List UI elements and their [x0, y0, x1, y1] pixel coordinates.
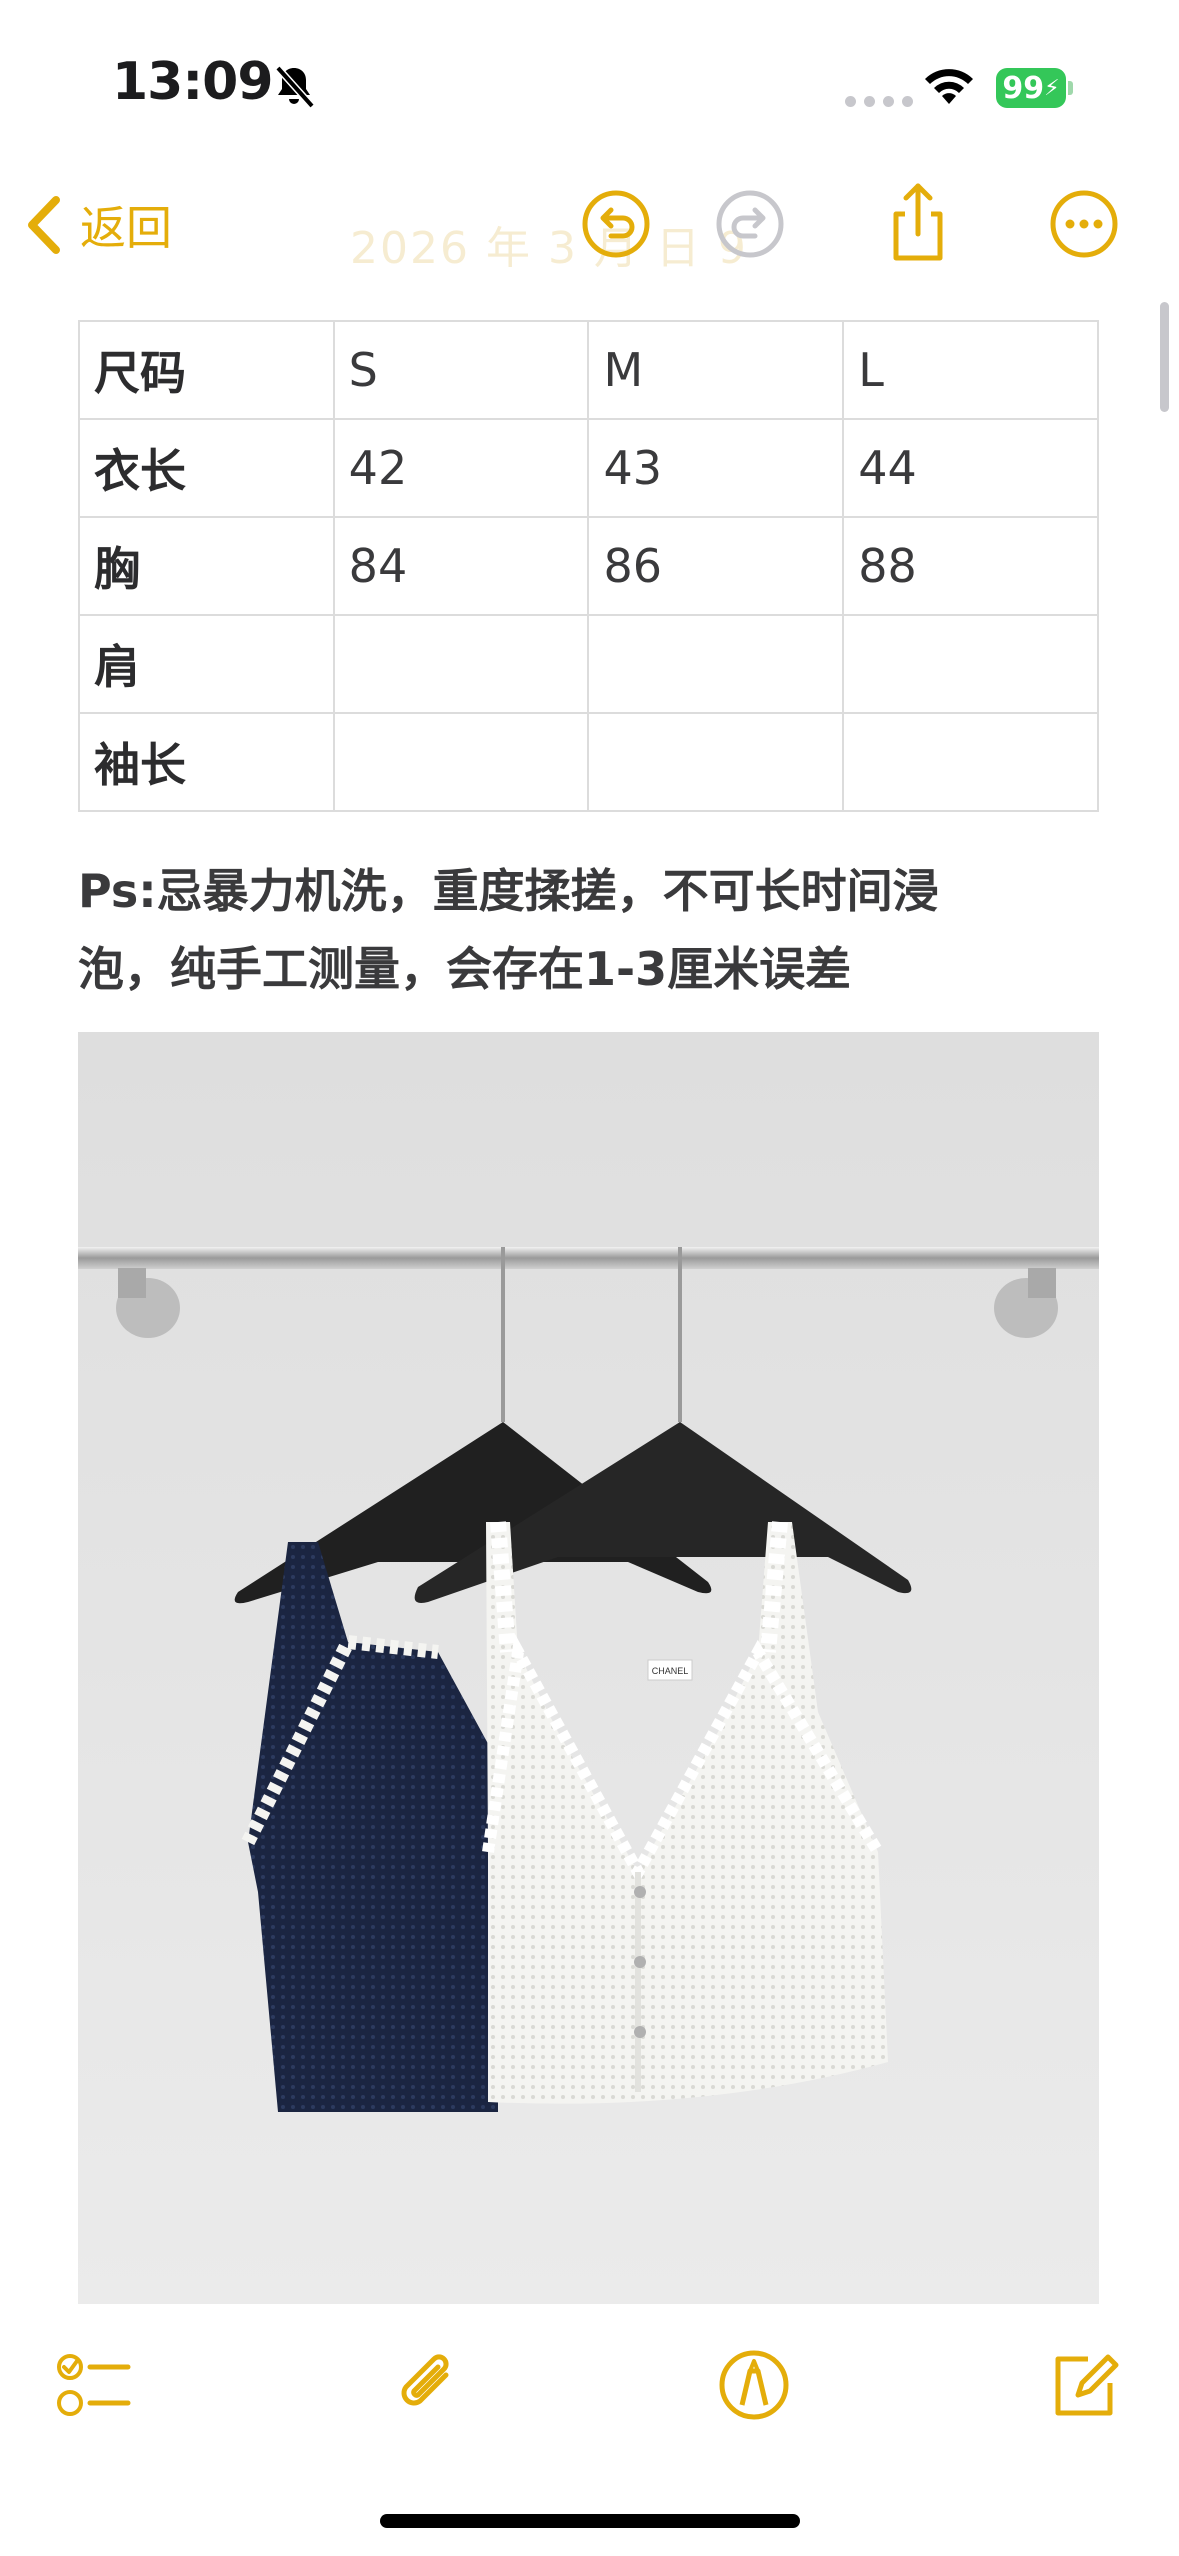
table-cell[interactable]: 86: [587, 516, 845, 616]
table-cell[interactable]: 袖长: [78, 712, 335, 812]
table-cell[interactable]: 肩: [78, 614, 335, 714]
table-cell[interactable]: [842, 614, 1099, 714]
table-cell[interactable]: 88: [842, 516, 1099, 616]
note-text[interactable]: Ps:忌暴力机洗，重度揉搓，不可长时间浸 泡，纯手工测量，会存在1-3厘米误差: [78, 852, 1108, 1008]
table-cell[interactable]: M: [587, 320, 845, 420]
undo-icon[interactable]: [578, 186, 654, 262]
markup-pen-icon[interactable]: [714, 2345, 794, 2425]
table-cell[interactable]: [332, 614, 590, 714]
table-cell[interactable]: 胸: [78, 516, 335, 616]
redo-icon[interactable]: [712, 186, 788, 262]
checklist-icon[interactable]: [52, 2345, 132, 2425]
table-cell[interactable]: 衣长: [78, 418, 335, 518]
product-photo[interactable]: CHANEL: [78, 1032, 1099, 2304]
table-row: 肩: [78, 614, 1099, 714]
nav-bar: 返回 2026 年 3 月 日 9: [0, 160, 1179, 300]
battery-icon: 99 ⚡: [996, 68, 1073, 108]
paperclip-icon[interactable]: [388, 2345, 468, 2425]
back-button[interactable]: 返回: [24, 192, 172, 258]
garment-label: CHANEL: [652, 1666, 689, 1676]
table-cell[interactable]: [842, 712, 1099, 812]
back-label: 返回: [80, 201, 172, 255]
table-cell[interactable]: 84: [332, 516, 590, 616]
table-cell[interactable]: [332, 712, 590, 812]
note-date: 2026 年 3 月 日 9: [350, 223, 748, 274]
size-table: 尺码 S M L 衣长 42 43 44 胸 84 86 88 肩 袖长: [78, 320, 1099, 812]
wifi-icon: [925, 69, 973, 104]
compose-icon[interactable]: [1044, 2345, 1124, 2425]
table-cell[interactable]: S: [332, 320, 590, 420]
chevron-left-icon: [28, 196, 60, 254]
table-cell[interactable]: 尺码: [78, 320, 335, 420]
table-cell[interactable]: [587, 614, 845, 714]
note-line: Ps:忌暴力机洗，重度揉搓，不可长时间浸: [78, 864, 939, 918]
bell-slash-icon: [275, 65, 315, 109]
scroll-indicator[interactable]: [1160, 302, 1169, 412]
status-time: 13:09: [112, 52, 274, 112]
battery-level: 99: [1002, 70, 1045, 106]
note-line: 泡，纯手工测量，会存在1-3厘米误差: [78, 942, 852, 996]
table-cell[interactable]: L: [842, 320, 1099, 420]
table-cell[interactable]: 42: [332, 418, 590, 518]
status-bar: 13:09 99 ⚡: [0, 0, 1179, 150]
table-row: 尺码 S M L: [78, 320, 1099, 420]
share-icon[interactable]: [880, 180, 956, 264]
table-row: 袖长: [78, 712, 1099, 812]
table-row: 衣长 42 43 44: [78, 418, 1099, 518]
table-cell[interactable]: 44: [842, 418, 1099, 518]
signal-dots-icon: [845, 96, 913, 107]
home-indicator[interactable]: [380, 2514, 800, 2528]
table-cell[interactable]: 43: [587, 418, 845, 518]
table-row: 胸 84 86 88: [78, 516, 1099, 616]
more-icon[interactable]: [1046, 186, 1122, 262]
table-cell[interactable]: [587, 712, 845, 812]
